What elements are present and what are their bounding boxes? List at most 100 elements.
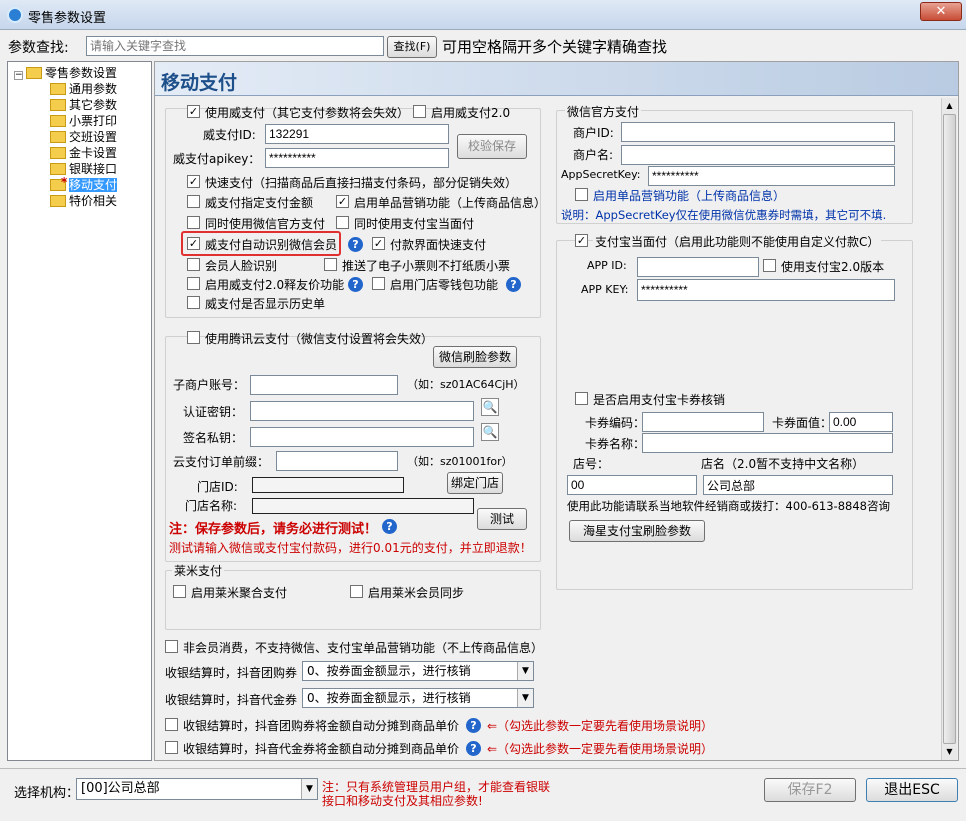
change-wallet-checkbox[interactable] xyxy=(372,277,385,290)
tree-root[interactable]: − 零售参数设置 xyxy=(14,65,117,81)
douyin-group-label: 收银结算时，抖音团购券 xyxy=(165,666,298,680)
chevron-down-icon[interactable]: ▼ xyxy=(517,662,533,680)
tree-item-shift[interactable]: 交班设置 xyxy=(50,129,117,145)
search-icon[interactable]: 🔍 xyxy=(481,423,499,441)
nonmember-checkbox[interactable] xyxy=(165,640,178,653)
alipay-f2f-checkbox[interactable] xyxy=(336,216,349,229)
single-marketing-checkbox[interactable] xyxy=(336,195,349,208)
weizhifu-apikey-input[interactable] xyxy=(265,148,449,168)
help-icon[interactable]: ? xyxy=(348,237,363,252)
card-name-input[interactable] xyxy=(642,433,893,453)
save-button[interactable]: 保存F2 xyxy=(764,778,856,802)
search-icon[interactable]: 🔍 xyxy=(481,398,499,416)
tree-item-label: 其它参数 xyxy=(69,98,118,112)
help-icon[interactable]: ? xyxy=(466,718,481,733)
merchant-id-label: 商户ID: xyxy=(573,126,614,140)
scroll-down-icon[interactable]: ▼ xyxy=(942,744,957,760)
page-header: 移动支付 xyxy=(155,62,958,96)
help-icon[interactable]: ? xyxy=(506,277,521,292)
folder-icon xyxy=(50,115,66,127)
help-icon[interactable]: ? xyxy=(348,277,363,292)
split-voucher-checkbox[interactable] xyxy=(165,741,178,754)
card-verify-checkbox[interactable] xyxy=(575,392,588,405)
wechat-face-button[interactable]: 微信刷脸参数 xyxy=(433,346,517,368)
exit-button[interactable]: 退出ESC xyxy=(866,778,958,802)
auto-identify-member-label: 威支付自动识别微信会员 xyxy=(205,238,338,252)
scrollbar[interactable]: ▲ ▼ xyxy=(941,98,957,760)
order-prefix-input[interactable] xyxy=(276,451,398,471)
weizhifu-v2-checkbox[interactable] xyxy=(413,105,426,118)
tree-item-goldcard[interactable]: 金卡设置 xyxy=(50,145,117,161)
face-recognition-checkbox[interactable] xyxy=(187,258,200,271)
friend-price-checkbox[interactable] xyxy=(187,277,200,290)
bind-store-button[interactable]: 绑定门店 xyxy=(447,472,503,494)
quick-pay-checkbox[interactable] xyxy=(187,175,200,188)
alipay-enable-checkbox[interactable] xyxy=(575,234,588,247)
douyin-group-select[interactable]: 0、按券面金额显示，进行核销 ▼ xyxy=(302,661,534,681)
use-tencent-label: 使用腾讯云支付（微信支付设置将会失效） xyxy=(205,332,434,346)
alipay-face-button[interactable]: 海星支付宝刷脸参数 xyxy=(569,520,705,542)
auth-key-input[interactable] xyxy=(250,401,474,421)
contact-note: 使用此功能请联系当地软件经销商或拨打：400-613-8848咨询 xyxy=(567,499,890,513)
card-code-input[interactable] xyxy=(642,412,764,432)
tree-item-receipt[interactable]: 小票打印 xyxy=(50,113,117,129)
split-group-checkbox[interactable] xyxy=(165,718,178,731)
org-select[interactable]: [00]公司总部 ▼ xyxy=(76,778,318,800)
help-icon[interactable]: ? xyxy=(382,519,397,534)
tree-item-special-price[interactable]: 特价相关 xyxy=(50,193,117,209)
app-key-input[interactable] xyxy=(637,279,895,301)
card-verify-label: 是否启用支付宝卡券核销 xyxy=(593,393,726,407)
footer-note: 注：只有系统管理员用户组，才能查看银联接口和移动支付及其相应参数! xyxy=(322,780,551,808)
help-icon[interactable]: ? xyxy=(466,741,481,756)
collapse-icon[interactable]: − xyxy=(14,71,23,80)
folder-icon xyxy=(26,67,42,79)
auto-identify-member-checkbox[interactable] xyxy=(187,237,200,250)
tree-item-mobile-pay[interactable]: * 移动支付 xyxy=(50,175,118,193)
douyin-voucher-select[interactable]: 0、按券面金额显示，进行核销 ▼ xyxy=(302,688,534,708)
auth-key-label: 认证密钥： xyxy=(183,405,244,419)
store-name-label: 门店名称: xyxy=(185,499,238,513)
search-input[interactable] xyxy=(86,36,384,56)
test-button[interactable]: 测试 xyxy=(477,508,527,530)
tree-item-other[interactable]: 其它参数 xyxy=(50,97,117,113)
settings-tree: − 零售参数设置 通用参数 其它参数 小票打印 交班设置 金卡设置 银联接口 * 移… xyxy=(7,61,152,761)
app-id-input[interactable] xyxy=(637,257,759,277)
tree-item-general[interactable]: 通用参数 xyxy=(50,81,117,97)
scroll-up-icon[interactable]: ▲ xyxy=(942,98,957,114)
org-label: 选择机构： xyxy=(14,786,80,801)
verify-save-button[interactable]: 校验保存 xyxy=(457,134,527,159)
wechat-single-marketing-checkbox[interactable] xyxy=(575,188,588,201)
show-history-checkbox[interactable] xyxy=(187,296,200,309)
wechat-official-checkbox[interactable] xyxy=(187,216,200,229)
close-button[interactable]: ✕ xyxy=(920,2,962,21)
sign-key-input[interactable] xyxy=(250,427,474,447)
wechat-official-title: 微信官方支付 xyxy=(565,103,642,120)
chevron-down-icon[interactable]: ▼ xyxy=(517,689,533,707)
split-group-label: 收银结算时，抖音团购券将金额自动分摊到商品单价 xyxy=(183,719,460,733)
order-prefix-hint: （如：sz01001for） xyxy=(407,455,513,468)
chevron-down-icon[interactable]: ▼ xyxy=(301,779,317,799)
e-receipt-checkbox[interactable] xyxy=(324,258,337,271)
laimi-member-checkbox[interactable] xyxy=(350,585,363,598)
payment-quick-checkbox[interactable] xyxy=(372,237,385,250)
merchant-name-input[interactable] xyxy=(621,145,895,165)
search-button[interactable]: 查找(F) xyxy=(387,36,437,58)
use-weizhifu-checkbox[interactable] xyxy=(187,105,200,118)
app-id-label: APP ID: xyxy=(587,259,627,272)
specify-amount-checkbox[interactable] xyxy=(187,195,200,208)
use-tencent-checkbox[interactable] xyxy=(187,331,200,344)
laimi-aggregate-checkbox[interactable] xyxy=(173,585,186,598)
app-secret-input[interactable] xyxy=(648,166,895,186)
scroll-thumb[interactable] xyxy=(943,114,956,744)
card-name-label: 卡券名称： xyxy=(585,437,646,451)
merchant-input[interactable] xyxy=(250,375,398,395)
alipay-store-name-input[interactable] xyxy=(703,475,893,495)
alipay-v2-checkbox[interactable] xyxy=(763,259,776,272)
face-recognition-label: 会员人脸识别 xyxy=(205,259,278,273)
weizhifu-id-input[interactable] xyxy=(265,124,449,144)
card-value-input[interactable] xyxy=(829,412,893,432)
merchant-hint: （如：sz01AC64CjH） xyxy=(407,378,525,391)
store-no-input[interactable] xyxy=(567,475,697,495)
merchant-id-input[interactable] xyxy=(621,122,895,142)
card-code-label: 卡券编码： xyxy=(585,416,646,430)
